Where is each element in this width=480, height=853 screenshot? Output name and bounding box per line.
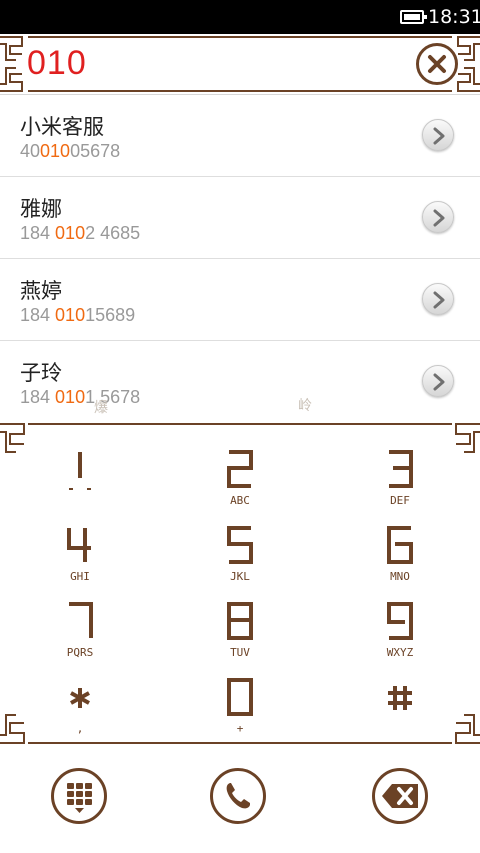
key-digit <box>20 676 140 718</box>
key-letters: + <box>236 722 244 735</box>
key-letters: WXYZ <box>386 646 414 659</box>
contact-detail-button[interactable] <box>422 365 454 397</box>
key-letters: PQRS <box>66 646 94 659</box>
contact-number: 184 0101 5678 <box>20 387 141 407</box>
dialpad: ABC DEF GHI JKL MNO PQRS TUV WXYZ , + <box>0 422 480 746</box>
dialpad-key-9[interactable]: WXYZ <box>340 594 460 670</box>
chevron-right-icon <box>433 373 445 391</box>
key-letters: DEF <box>390 494 410 507</box>
watermark-glyph: 爆 <box>94 400 108 416</box>
status-bar: 18:31 <box>0 0 480 34</box>
call-button[interactable] <box>210 768 266 824</box>
dialpad-key-7[interactable]: PQRS <box>20 594 140 670</box>
number-match-highlight: 010 <box>55 387 86 407</box>
search-input[interactable]: 010 <box>27 44 87 83</box>
contact-detail-button[interactable] <box>422 119 454 151</box>
phone-icon <box>226 783 250 809</box>
key-digit <box>340 600 460 642</box>
close-icon <box>428 55 446 73</box>
digit-2-glyph <box>227 450 253 488</box>
key-digit <box>20 600 140 642</box>
key-digit <box>180 448 300 490</box>
key-letters: ABC <box>230 494 250 507</box>
dialpad-key-5[interactable]: JKL <box>180 518 300 594</box>
contact-number: 4001005678 <box>20 141 121 161</box>
key-letters: JKL <box>230 570 250 583</box>
contact-detail-button[interactable] <box>422 201 454 233</box>
contact-row[interactable]: 子玲 184 0101 5678 <box>0 341 480 423</box>
digit-8-glyph <box>227 602 253 640</box>
dialpad-key-0[interactable]: + <box>180 670 300 746</box>
hash-glyph <box>388 686 412 710</box>
digit-0-glyph <box>227 678 253 716</box>
key-digit <box>340 448 460 490</box>
dialpad-key-2[interactable]: ABC <box>180 442 300 518</box>
contact-row[interactable]: 雅娜 184 0102 4685 <box>0 177 480 259</box>
battery-icon <box>400 10 427 24</box>
digit-6-glyph <box>387 526 413 564</box>
key-digit <box>180 676 300 718</box>
key-letters: , <box>76 722 84 735</box>
number-match-highlight: 010 <box>55 223 86 243</box>
key-digit <box>180 524 300 566</box>
toggle-keypad-button[interactable] <box>51 768 107 824</box>
chevron-right-icon <box>433 127 445 145</box>
key-digit <box>340 676 460 718</box>
dialpad-key-hash[interactable] <box>340 670 460 746</box>
digit-5-glyph <box>227 526 253 564</box>
dialpad-key-4[interactable]: GHI <box>20 518 140 594</box>
asterisk-glyph <box>70 688 90 708</box>
number-match-highlight: 010 <box>55 305 86 325</box>
dialpad-key-star[interactable]: , <box>20 670 140 746</box>
contact-detail-button[interactable] <box>422 283 454 315</box>
chevron-right-icon <box>433 291 445 309</box>
contact-number: 184 0102 4685 <box>20 223 141 243</box>
digit-1-glyph <box>69 452 91 490</box>
key-digit <box>20 448 140 490</box>
digit-3-glyph <box>389 450 413 488</box>
key-letters: MNO <box>390 570 410 583</box>
backspace-icon <box>382 784 418 808</box>
contact-name: 小米客服 <box>20 115 104 139</box>
clear-button[interactable] <box>416 43 458 85</box>
contact-name: 燕婷 <box>20 279 62 303</box>
digit-9-glyph <box>387 602 413 640</box>
contact-number: 184 01015689 <box>20 305 136 325</box>
watermark-glyph: 岭 <box>298 398 312 414</box>
digit-7-glyph <box>69 602 93 638</box>
key-digit <box>20 524 140 566</box>
search-header: 010 <box>0 34 480 94</box>
keypad-icon <box>67 783 92 813</box>
dialpad-key-8[interactable]: TUV <box>180 594 300 670</box>
contact-row[interactable]: 燕婷 184 01015689 <box>0 259 480 341</box>
chevron-right-icon <box>433 209 445 227</box>
contact-results-list: 小米客服 4001005678 雅娜 184 0102 4685 燕婷 184 … <box>0 94 480 423</box>
dialpad-key-3[interactable]: DEF <box>340 442 460 518</box>
dialpad-key-1[interactable] <box>20 442 140 518</box>
digit-4-glyph <box>67 528 91 562</box>
status-time: 18:31 <box>428 6 480 28</box>
key-letters: GHI <box>70 570 90 583</box>
dialpad-key-6[interactable]: MNO <box>340 518 460 594</box>
contact-row[interactable]: 小米客服 4001005678 <box>0 95 480 177</box>
key-digit <box>340 524 460 566</box>
contact-name: 子玲 <box>20 361 62 385</box>
key-digit <box>180 600 300 642</box>
contact-name: 雅娜 <box>20 197 62 221</box>
number-match-highlight: 010 <box>40 141 71 161</box>
backspace-button[interactable] <box>372 768 428 824</box>
action-bar <box>0 746 480 853</box>
key-letters: TUV <box>230 646 250 659</box>
